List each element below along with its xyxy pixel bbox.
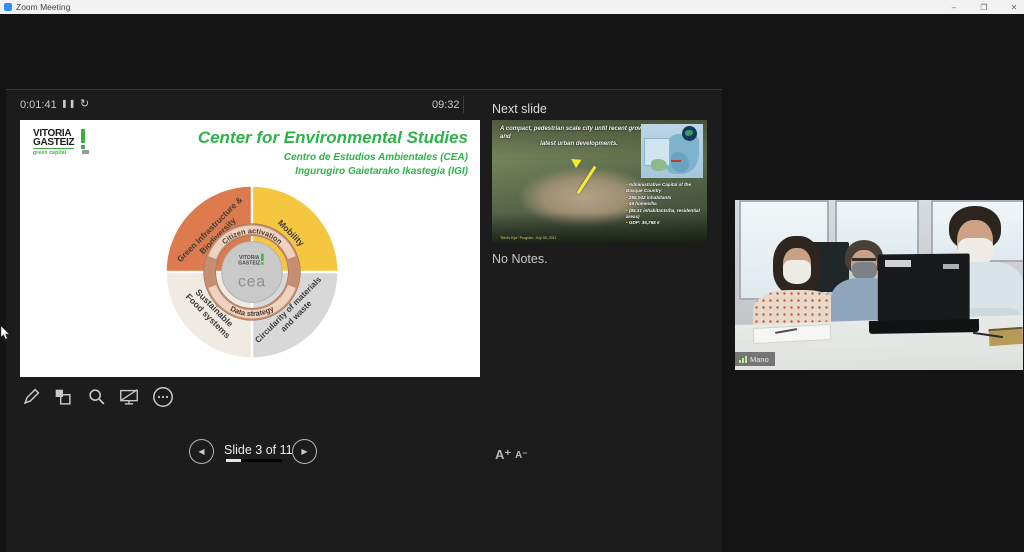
window-title: Zoom Meeting	[16, 2, 70, 12]
next-arrow-icon: ▶	[301, 447, 307, 456]
center-cea-label: cea	[238, 274, 266, 291]
close-button[interactable]: ✕	[1008, 3, 1020, 12]
thumbnail-bullet-list: Administrative Capital of the Basque Cou…	[626, 182, 702, 227]
participant-name: Mano	[750, 355, 769, 364]
zoom-meeting-window: Zoom Meeting – ❐ ✕ 0:01:41 ❚❚ ↻ 09:32 Ne…	[0, 0, 1024, 552]
pen-icon	[20, 386, 42, 408]
glasses	[852, 258, 876, 261]
photo-credit: "Bird's Eye" Program, July 05, 2011	[500, 236, 557, 240]
mouse-cursor	[0, 326, 10, 340]
participant-name-tag: Mano	[735, 352, 775, 366]
blank-screen-button[interactable]	[116, 384, 142, 410]
increase-text-size-button[interactable]: A⁺	[495, 447, 511, 463]
restart-timer-button[interactable]: ↻	[80, 97, 89, 110]
pen-tool-button[interactable]	[18, 384, 44, 410]
minimize-button[interactable]: –	[948, 3, 960, 12]
magnifier-button[interactable]	[84, 384, 110, 410]
logo-tagline: green capital	[33, 148, 74, 156]
basque-country-map	[641, 124, 703, 178]
slide-title: Center for Environmental Studies	[198, 128, 468, 148]
signal-strength-icon	[739, 356, 747, 363]
center-logo-line2: GASTEIZ	[238, 261, 260, 267]
next-slide-header: Next slide	[492, 102, 547, 116]
slide-subtitle-eu: Ingurugiro Gaietarako Ikastegia (IGI)	[295, 166, 468, 177]
clock-time: 09:32	[432, 99, 460, 111]
cea-wheel-diagram: Green Infrastructure & Biodiversity Mobi…	[160, 180, 344, 364]
more-options-button[interactable]	[150, 384, 176, 410]
slide-subtitle-es: Centro de Estudios Ambientales (CEA)	[284, 152, 468, 163]
globe-icon	[682, 126, 697, 141]
center-logo-exclamation-icon	[261, 254, 263, 261]
thumbnail-caption: A compact, pedestrian scale city until r…	[500, 126, 658, 149]
maximize-button[interactable]: ❐	[978, 3, 990, 12]
blank-screen-icon	[118, 386, 140, 408]
previous-slide-button[interactable]: ◀	[189, 439, 214, 464]
slide-sorter-button[interactable]	[50, 384, 76, 410]
zoom-app-icon	[4, 3, 12, 11]
header-divider	[463, 96, 464, 113]
more-options-icon	[151, 385, 175, 409]
slide-counter: Slide 3 of 11	[224, 443, 293, 457]
current-slide[interactable]: VITORIA GASTEIZ green capital Center for…	[20, 120, 480, 377]
logo-line2: GASTEIZ	[33, 138, 74, 147]
decrease-text-size-button[interactable]: A⁻	[515, 450, 528, 461]
vitoria-gasteiz-logo: VITORIA GASTEIZ green capital	[33, 129, 89, 156]
presentation-timer: 0:01:41	[20, 99, 57, 111]
logo-exclamation-icon	[76, 129, 89, 154]
title-bar: Zoom Meeting – ❐ ✕	[0, 0, 1024, 14]
next-slide-button[interactable]: ▶	[292, 439, 317, 464]
notes-text: No Notes.	[492, 252, 548, 266]
wheel-center-circle	[222, 242, 283, 303]
pause-timer-button[interactable]: ❚❚	[61, 99, 76, 108]
next-slide-thumbnail[interactable]: A compact, pedestrian scale city until r…	[492, 120, 707, 243]
face-mask	[783, 260, 811, 284]
participant-video-tile[interactable]: Mano	[735, 200, 1023, 370]
slide-progress-bar	[226, 459, 282, 462]
slide-sorter-icon	[52, 386, 74, 408]
magnifier-icon	[86, 386, 108, 408]
previous-arrow-icon: ◀	[198, 447, 204, 456]
